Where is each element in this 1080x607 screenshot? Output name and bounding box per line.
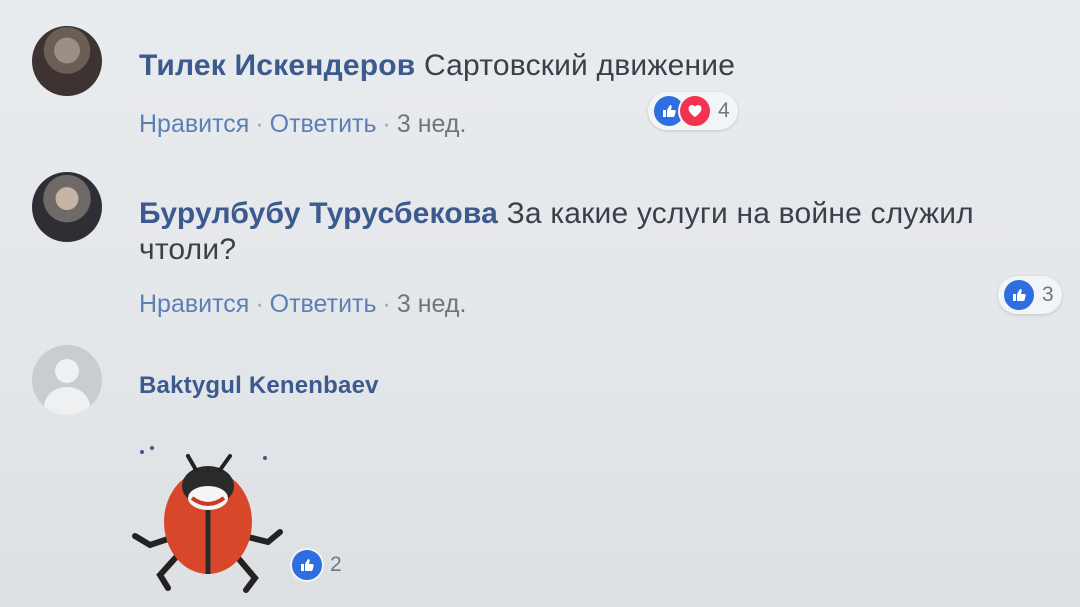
reply-link[interactable]: Ответить — [270, 110, 377, 138]
comment-time[interactable]: 3 нед. — [397, 110, 467, 138]
reactions-summary[interactable]: 3 — [998, 276, 1062, 314]
like-link[interactable]: Нравится — [139, 290, 249, 318]
default-avatar-icon[interactable] — [32, 345, 102, 415]
reply-link[interactable]: Ответить — [270, 290, 377, 318]
reactions-summary[interactable]: 4 — [648, 92, 738, 130]
comment-author[interactable]: Baktygul Kenenbaev — [139, 372, 379, 399]
separator: · — [255, 110, 264, 138]
separator: · — [382, 110, 391, 138]
separator: · — [382, 290, 391, 318]
comment-text: Бурулбубу Турусбекова За какие услуги на… — [139, 196, 974, 268]
like-icon — [1002, 278, 1036, 312]
comment-text: Тилек Искендеров Сартовский движение — [139, 48, 735, 84]
reaction-count: 3 — [1042, 283, 1054, 306]
comment-author[interactable]: Тилек Искендеров — [139, 49, 415, 82]
comment-actions: Нравится · Ответить · 3 нед. — [139, 290, 466, 319]
comment-body: За какие услуги на войне служил — [506, 197, 974, 230]
comment-body: Сартовский движение — [423, 49, 736, 82]
reaction-count: 4 — [718, 99, 730, 122]
reaction-count: 2 — [330, 553, 342, 576]
ladybug-sticker — [132, 446, 283, 593]
separator: · — [255, 290, 264, 318]
avatar[interactable] — [32, 172, 102, 242]
like-icon — [290, 548, 324, 582]
love-icon — [678, 94, 712, 128]
like-link[interactable]: Нравится — [139, 110, 249, 138]
comment-body-line2: чтоли? — [139, 233, 237, 266]
comment-actions: Нравится · Ответить · 3 нед. — [139, 110, 466, 139]
comment-time[interactable]: 3 нед. — [397, 290, 467, 318]
comment-author[interactable]: Бурулбубу Турусбекова — [139, 197, 498, 230]
avatar[interactable] — [32, 26, 102, 96]
reactions-summary[interactable]: 2 — [286, 546, 350, 584]
comment-text: Baktygul Kenenbaev — [139, 368, 379, 404]
